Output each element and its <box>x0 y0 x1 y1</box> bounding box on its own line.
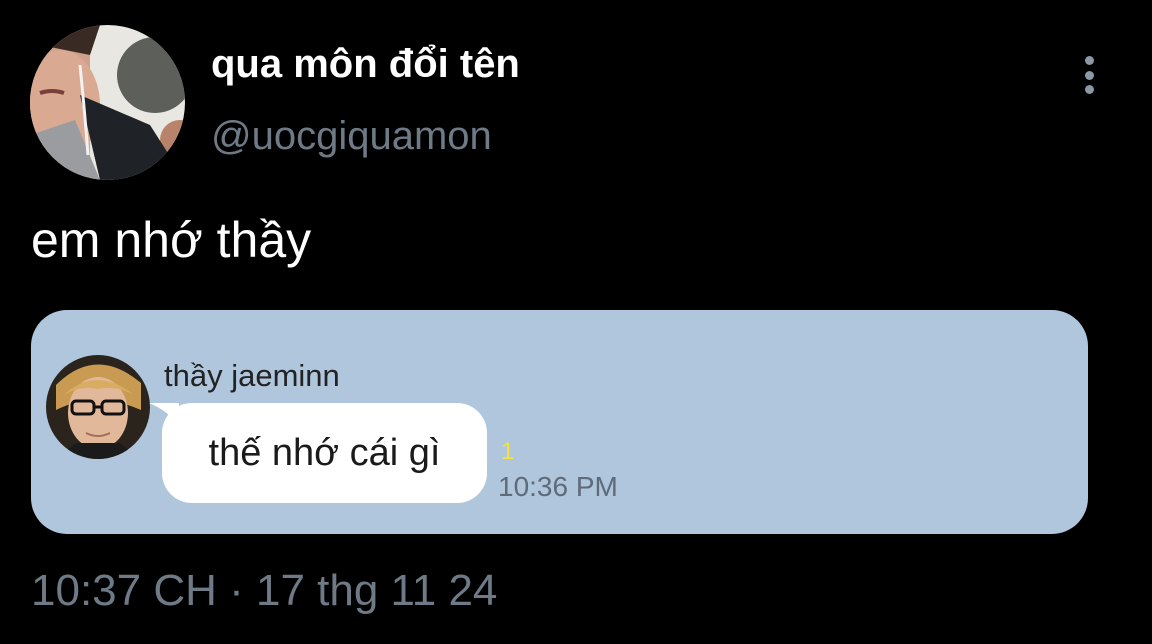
author-display-name[interactable]: qua môn đổi tên <box>211 40 520 88</box>
sender-avatar-photo <box>46 355 150 459</box>
tweet-detail: qua môn đổi tên @uocgiquamon em nhớ thầy… <box>0 0 1152 644</box>
more-vertical-icon-dot-2 <box>1084 70 1094 80</box>
author-avatar[interactable] <box>30 25 185 180</box>
message-bubble: thế nhớ cái gì <box>162 403 487 503</box>
tweet-text: em nhớ thầy <box>31 212 312 268</box>
more-vertical-icon-dot-3 <box>1084 85 1094 94</box>
attached-image[interactable]: thầy jaeminn thế nhớ cái gì 1 10:36 PM <box>31 310 1088 534</box>
more-vertical-icon <box>1084 56 1094 65</box>
unread-count: 1 <box>501 438 515 465</box>
author-avatar-photo <box>30 25 185 180</box>
author-handle[interactable]: @uocgiquamon <box>211 112 492 160</box>
sender-avatar <box>46 355 150 459</box>
more-options-button[interactable] <box>1072 52 1106 98</box>
message-text: thế nhớ cái gì <box>208 431 441 474</box>
tweet-timestamp[interactable]: 10:37 CH · 17 thg 11 24 <box>31 564 497 618</box>
message-time: 10:36 PM <box>498 471 618 502</box>
sender-name: thầy jaeminn <box>164 358 340 393</box>
